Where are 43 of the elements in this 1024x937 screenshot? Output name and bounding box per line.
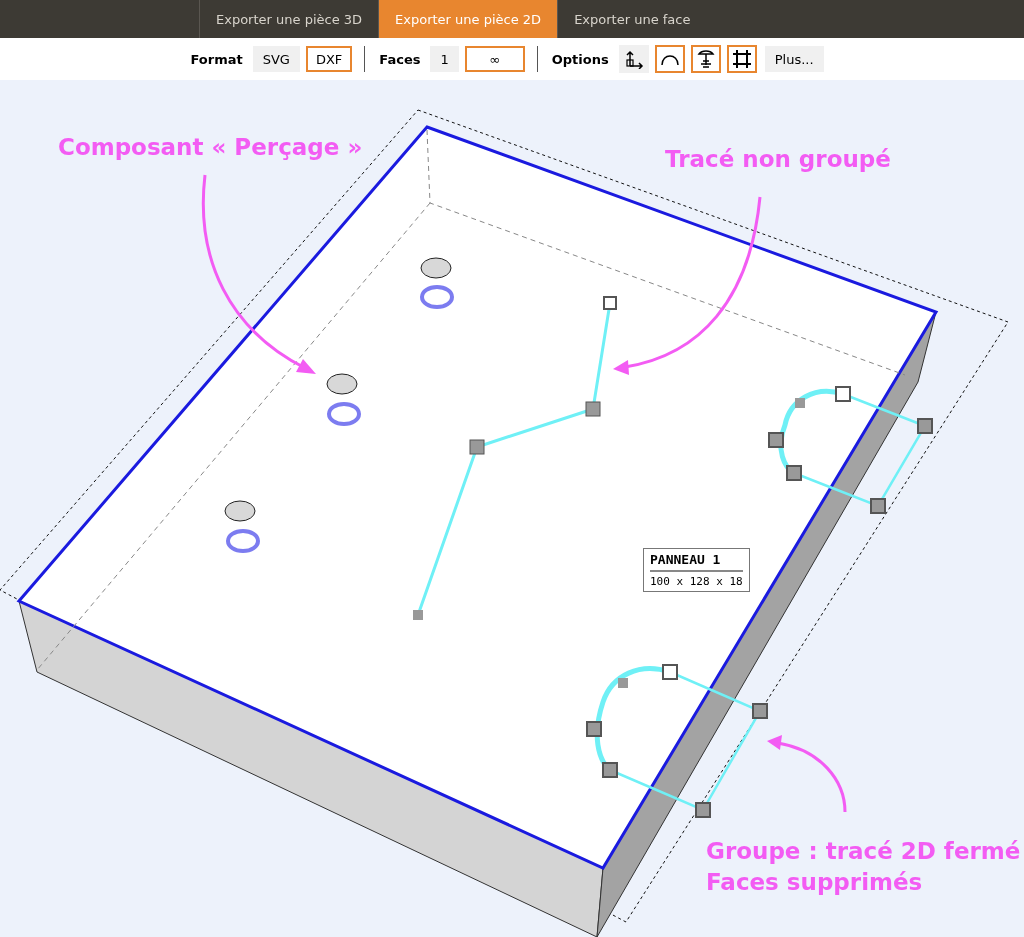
- path-handle[interactable]: [786, 465, 802, 481]
- frame-toggle-button[interactable]: [726, 45, 757, 73]
- toolbar-label: Faces: [379, 51, 421, 67]
- drill-toggle-button[interactable]: [690, 45, 721, 73]
- path-handle[interactable]: [917, 418, 933, 434]
- annotation-label: Composant « Perçage »: [58, 134, 363, 160]
- arc-toggle-button[interactable]: [654, 45, 685, 73]
- path-handle[interactable]: [469, 439, 485, 455]
- hole-outline: [327, 402, 361, 426]
- drill-hole: [326, 373, 358, 395]
- annotation-label: Groupe : tracé 2D fermé: [706, 838, 1021, 864]
- more-button[interactable]: Plus...: [764, 46, 824, 72]
- path-handle[interactable]: [835, 386, 851, 402]
- path-handle[interactable]: [602, 762, 618, 778]
- format-option-button[interactable]: SVG: [252, 46, 300, 72]
- panel-name: PANNEAU 1: [650, 552, 743, 572]
- path-handle[interactable]: [585, 401, 601, 417]
- hole-outline: [420, 285, 454, 309]
- path-handle[interactable]: [603, 296, 617, 310]
- toolbar-label: Format: [190, 51, 243, 67]
- axes-toggle-button[interactable]: [618, 45, 649, 73]
- axes-icon: [623, 49, 644, 69]
- path-handle[interactable]: [870, 498, 886, 514]
- drill-hole: [420, 257, 452, 279]
- drill-icon: [695, 49, 716, 69]
- path-handle[interactable]: [768, 432, 784, 448]
- toolbar-label: Options: [551, 51, 609, 67]
- path-handle[interactable]: [413, 610, 423, 620]
- path-handle[interactable]: [586, 721, 602, 737]
- path-handle[interactable]: [752, 703, 768, 719]
- path-handle[interactable]: [795, 398, 805, 408]
- annotation-label: Faces supprimés: [706, 869, 923, 895]
- faces-option-button[interactable]: 1: [430, 46, 459, 72]
- path-handle[interactable]: [618, 678, 628, 688]
- path-handle[interactable]: [695, 802, 711, 818]
- panel-dimensions: 100 x 128 x 18: [650, 574, 743, 588]
- format-option-button[interactable]: DXF: [305, 46, 353, 72]
- annotation-label: Tracé non groupé: [665, 146, 891, 172]
- path-handle[interactable]: [662, 664, 678, 680]
- hole-outline: [226, 529, 260, 553]
- drill-hole: [224, 500, 256, 522]
- frame-icon: [731, 49, 752, 69]
- faces-option-button[interactable]: ∞: [464, 46, 525, 72]
